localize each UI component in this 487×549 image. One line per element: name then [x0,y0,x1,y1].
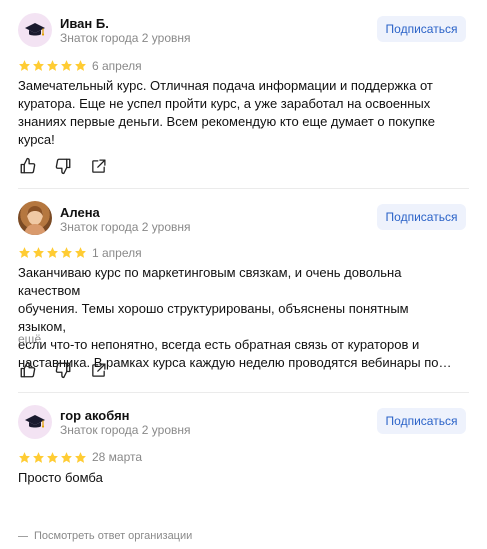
star-icon [19,452,30,463]
review-text: Просто бомба [18,469,458,487]
share-button[interactable] [88,156,108,176]
rating-stars [18,246,87,259]
review-date: 6 апреля [92,59,142,73]
star-icon [75,452,86,463]
author-name[interactable]: Иван Б. [60,16,109,31]
star-icon [19,247,30,258]
review-text-line: Просто бомба [18,470,103,485]
avatar[interactable] [18,13,52,47]
star-icon [33,60,44,71]
dislike-button[interactable] [53,156,73,176]
author-name[interactable]: гор акобян [60,408,130,423]
share-icon [91,362,106,377]
thumbs-down-icon [55,362,71,379]
dislike-button[interactable] [53,360,73,380]
user-photo [24,206,46,235]
review-text-line: знаниях первые деньги. Всем рекомендую к… [18,114,435,129]
star-icon [61,247,72,258]
author-name[interactable]: Алена [60,205,100,220]
avatar[interactable] [18,201,52,235]
star-icon [75,247,86,258]
review-text: Замечательный курс. Отличная подача инфо… [18,77,458,149]
star-icon [75,60,86,71]
org-reply-label: Посмотреть ответ организации [34,530,193,542]
review-actions [18,360,108,380]
star-icon [61,60,72,71]
graduation-cap-icon [25,23,45,36]
review-actions [18,156,108,176]
subscribe-button[interactable]: Подписаться [377,204,466,230]
author-badge: Знаток города 2 уровня [60,220,191,234]
review-text-line: куратора. Еще не успел пройти курс, а уж… [18,96,431,111]
review-text-line: обучения. Темы хорошо структурированы, о… [18,301,409,334]
avatar[interactable] [18,405,52,439]
subscribe-button[interactable]: Подписаться [377,408,466,434]
like-button[interactable] [18,360,38,380]
divider [18,392,469,393]
thumbs-down-icon [55,158,71,175]
review-text-line: если что-то непонятно, всегда есть обрат… [18,337,420,352]
star-icon [61,452,72,463]
rating-stars [18,59,87,72]
review-text-line: Заканчиваю курс по маркетинговым связкам… [18,265,402,298]
review-text-line: курса! [18,132,55,147]
like-button[interactable] [18,156,38,176]
star-icon [47,247,58,258]
org-reply-link[interactable]: Посмотреть ответ организации [18,530,192,542]
review-text-line: Замечательный курс. Отличная подача инфо… [18,78,433,93]
star-icon [19,60,30,71]
review-date: 28 марта [92,450,143,464]
review-date: 1 апреля [92,246,142,260]
share-button[interactable] [88,360,108,380]
review-text: Заканчиваю курс по маркетинговым связкам… [18,264,458,372]
graduation-cap-icon [25,415,45,428]
subscribe-button[interactable]: Подписаться [377,16,466,42]
star-icon [33,247,44,258]
share-icon [91,158,106,173]
divider [18,188,469,189]
dash-icon [18,535,28,537]
star-icon [47,452,58,463]
read-more-link[interactable]: ещё [18,332,41,346]
star-icon [47,60,58,71]
author-badge: Знаток города 2 уровня [60,31,191,45]
star-icon [33,452,44,463]
thumbs-up-icon [20,361,36,378]
rating-stars [18,451,87,464]
thumbs-up-icon [20,157,36,174]
author-badge: Знаток города 2 уровня [60,423,191,437]
